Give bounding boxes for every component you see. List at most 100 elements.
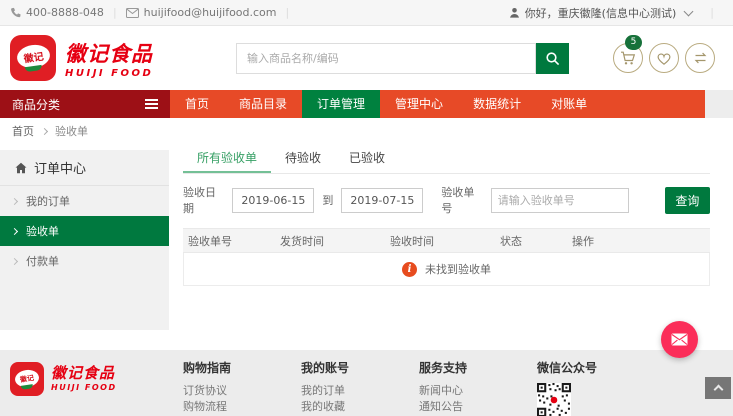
- sidebar-item-payment[interactable]: 付款单: [0, 246, 169, 276]
- empty-state-text: 未找到验收单: [425, 263, 491, 276]
- chevron-down-icon: [683, 6, 694, 16]
- nav-item-admin[interactable]: 管理中心: [380, 90, 458, 118]
- footer-link[interactable]: 新闻中心: [419, 383, 537, 399]
- hamburger-icon: [145, 99, 158, 101]
- logo-wordmark: 徽记食品 HUIJI FOOD: [51, 362, 117, 392]
- cart-badge: 5: [625, 35, 642, 50]
- filter-bar: 验收日期 到 验收单号 查询: [183, 184, 711, 216]
- date-from-input[interactable]: [232, 187, 315, 213]
- footer-col-title: 购物指南: [183, 361, 232, 375]
- nav-item-catalog[interactable]: 商品目录: [224, 90, 302, 118]
- logo-title: 徽记食品: [51, 364, 116, 382]
- sidebar-item-acceptance[interactable]: 验收单: [0, 216, 169, 246]
- heart-icon: [657, 52, 671, 65]
- contact-mail-fab[interactable]: [661, 321, 698, 358]
- footer-col-title: 我的账号: [301, 361, 350, 375]
- search-button[interactable]: [536, 42, 569, 74]
- sidebar: 订单中心 我的订单 验收单 付款单: [0, 150, 169, 330]
- order-no-filter-label: 验收单号: [441, 186, 475, 215]
- search-input[interactable]: [236, 42, 536, 74]
- to-label: 到: [322, 194, 334, 207]
- footer-col-title: 服务支持: [419, 361, 468, 375]
- phone-group: 400-8888-048: [10, 6, 104, 19]
- footer: 徽记 徽记食品 HUIJI FOOD 购物指南 订货协议 购物流程 我的账号 我…: [0, 350, 733, 416]
- sidebar-item-label: 付款单: [26, 255, 59, 268]
- exchange-icon: [694, 52, 706, 64]
- favorites-button[interactable]: [649, 43, 679, 73]
- col-ship-time: 发货时间: [280, 234, 324, 248]
- nav-item-home[interactable]: 首页: [170, 90, 224, 118]
- cart-button[interactable]: 5: [613, 35, 643, 73]
- category-menu-button[interactable]: 商品分类: [0, 90, 170, 118]
- top-bar: 400-8888-048 | huijifood@huijifood.com |…: [0, 0, 733, 26]
- col-acceptance-time: 验收时间: [390, 234, 434, 248]
- footer-link[interactable]: 我的收藏: [301, 399, 419, 415]
- footer-link[interactable]: 订货协议: [183, 383, 301, 399]
- user-icon: [509, 8, 519, 18]
- footer-col-service: 服务支持 新闻中心 通知公告: [419, 359, 537, 416]
- tabs: 所有验收单 待验收 已验收: [183, 144, 710, 174]
- logo-badge-text: 徽记: [19, 373, 35, 383]
- chevron-right-icon: [10, 227, 19, 235]
- nav-item-statement[interactable]: 对账单: [536, 90, 602, 118]
- phone-number: 400-8888-048: [26, 6, 104, 19]
- date-to-input[interactable]: [341, 187, 424, 213]
- sidebar-title-label: 订单中心: [34, 162, 87, 177]
- sidebar-item-my-orders[interactable]: 我的订单: [0, 186, 169, 216]
- empty-state: i 未找到验收单: [183, 253, 710, 286]
- compare-button[interactable]: [685, 43, 715, 73]
- logo-garnish: [20, 383, 34, 390]
- cart-icon: [621, 51, 636, 65]
- table-header: 验收单号 发货时间 验收时间 状态 操作: [183, 228, 710, 253]
- tab-pending-acceptance[interactable]: 待验收: [271, 144, 335, 173]
- chevron-right-icon: [40, 127, 49, 135]
- breadcrumb: 首页 验收单: [0, 118, 733, 144]
- chevron-right-icon: [10, 197, 19, 205]
- scroll-top-button[interactable]: [705, 377, 731, 399]
- logo-subtitle: HUIJI FOOD: [51, 383, 117, 392]
- query-button[interactable]: 查询: [664, 186, 711, 214]
- sidebar-item-label: 验收单: [26, 225, 59, 238]
- category-label: 商品分类: [12, 97, 61, 112]
- footer-link[interactable]: 通知公告: [419, 399, 537, 415]
- tab-accepted[interactable]: 已验收: [335, 144, 399, 173]
- divider: |: [710, 6, 714, 19]
- col-actions: 操作: [572, 234, 594, 248]
- footer-link[interactable]: 我的订单: [301, 383, 419, 399]
- footer-col-title: 微信公众号: [537, 361, 598, 375]
- sidebar-title: 订单中心: [0, 150, 169, 186]
- search-icon: [546, 51, 560, 65]
- divider: |: [285, 6, 290, 19]
- col-acceptance-no: 验收单号: [188, 234, 232, 248]
- divider: |: [112, 6, 117, 19]
- nav-item-orders[interactable]: 订单管理: [302, 90, 381, 118]
- footer-col-my-account: 我的账号 我的订单 我的收藏: [301, 359, 419, 416]
- user-greeting: 你好，重庆徽隆(信息中心测试): [524, 6, 677, 20]
- search-bar: [236, 42, 569, 74]
- header: 徽记 徽记食品 HUIJI FOOD 5: [0, 26, 733, 90]
- logo-app-icon: 徽记: [10, 35, 56, 81]
- email-group[interactable]: huijifood@huijifood.com: [125, 6, 277, 19]
- mail-icon: [125, 7, 139, 18]
- tab-all-acceptance[interactable]: 所有验收单: [183, 144, 272, 173]
- content: 订单中心 我的订单 验收单 付款单 所有验收单 待验收 已验收 验收日期 201…: [0, 144, 733, 350]
- nav-item-stats[interactable]: 数据统计: [458, 90, 536, 118]
- email-address: huijifood@huijifood.com: [143, 6, 277, 19]
- footer-col-wechat: 微信公众号: [537, 359, 655, 416]
- header-icon-buttons: 5: [613, 35, 723, 73]
- envelope-icon: [671, 333, 688, 346]
- order-no-input[interactable]: [490, 187, 629, 213]
- date-filter-label: 验收日期: [183, 186, 216, 215]
- logo-title: 徽记食品: [65, 41, 153, 66]
- chevron-up-icon: [713, 384, 723, 395]
- breadcrumb-home[interactable]: 首页: [12, 123, 34, 139]
- main-panel: 所有验收单 待验收 已验收 验收日期 到 验收单号 查询 验收单号 发货时间 验…: [183, 144, 711, 286]
- logo-badge-text: 徽记: [22, 51, 44, 66]
- user-menu[interactable]: 你好，重庆徽隆(信息中心测试) |: [509, 5, 723, 21]
- logo-garnish: [24, 64, 42, 73]
- footer-logo: 徽记 徽记食品 HUIJI FOOD: [10, 359, 183, 416]
- logo[interactable]: 徽记 徽记食品 HUIJI FOOD: [10, 35, 222, 81]
- footer-link[interactable]: 购物流程: [183, 399, 301, 415]
- main-nav: 商品分类 首页 商品目录 订单管理 管理中心 数据统计 对账单: [0, 90, 733, 118]
- breadcrumb-current: 验收单: [55, 125, 88, 138]
